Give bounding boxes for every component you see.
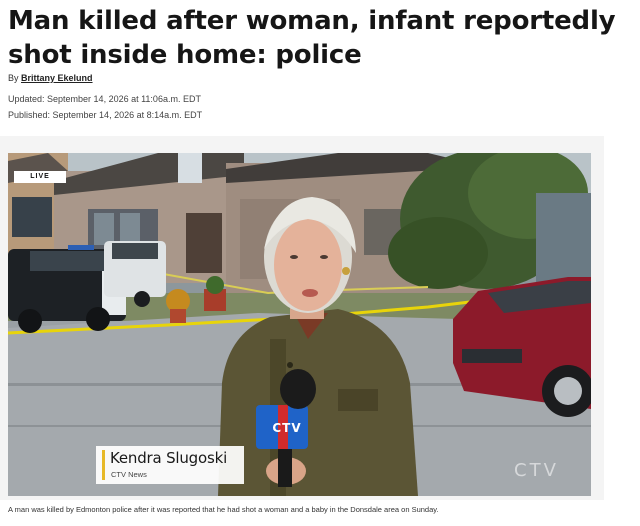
byline-prefix: By xyxy=(8,73,19,83)
updated-timestamp: Updated: September 14, 2026 at 11:06a.m.… xyxy=(8,94,201,104)
mic-flag-logo: CTV xyxy=(264,411,310,445)
published-timestamp: Published: September 14, 2026 at 8:14a.m… xyxy=(8,110,203,120)
article-headline: Man killed after woman, infant reportedl… xyxy=(8,6,616,70)
live-badge: LIVE xyxy=(14,171,66,183)
reporter-org: CTV News xyxy=(111,470,147,479)
video-caption: A man was killed by Edmonton police afte… xyxy=(8,505,439,514)
lower-third-accent-bar xyxy=(102,450,105,480)
ctv-watermark: CTV xyxy=(514,460,559,481)
lower-third: Kendra Slugoski CTV News xyxy=(96,446,244,484)
byline: By Brittany Ekelund xyxy=(8,73,93,83)
video-player[interactable]: LIVE CTV Kendra Slugoski CTV News CTV xyxy=(8,153,591,496)
reporter-name: Kendra Slugoski xyxy=(110,449,228,467)
author-link[interactable]: Brittany Ekelund xyxy=(21,73,93,83)
mic-flag-text: CTV xyxy=(272,421,302,435)
